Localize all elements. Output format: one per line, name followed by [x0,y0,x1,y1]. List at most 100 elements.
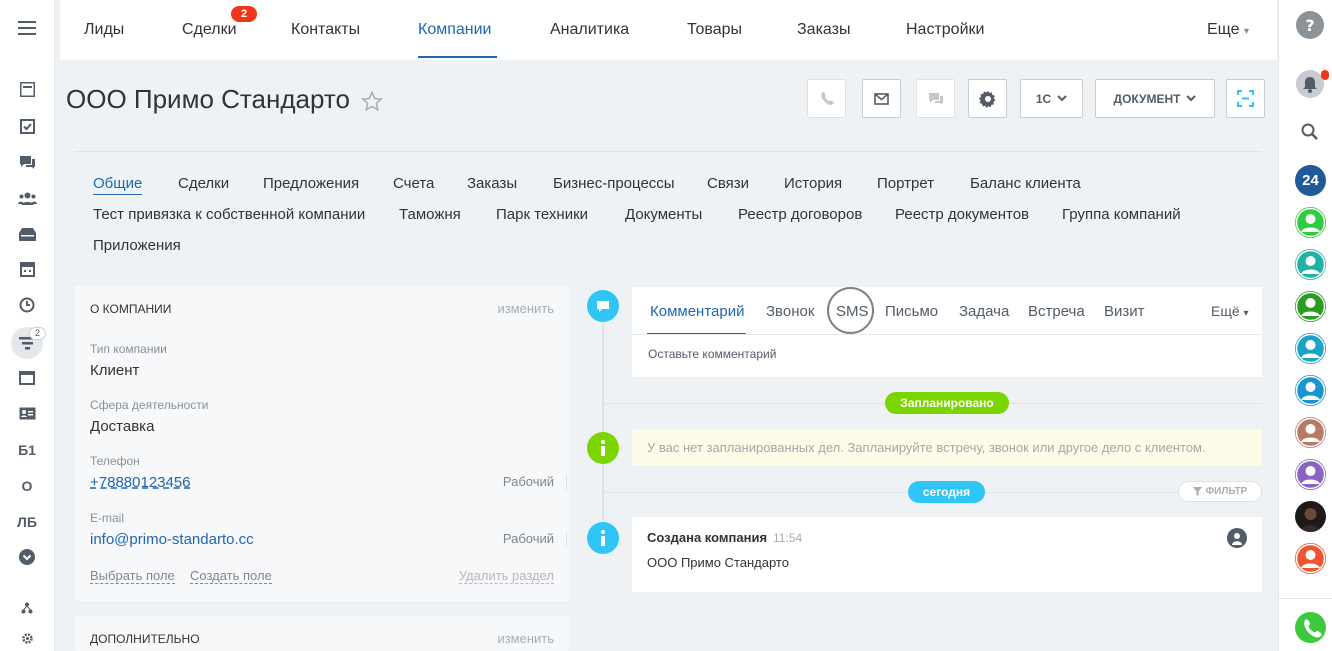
filter-icon [1192,487,1202,496]
create-field-link[interactable]: Создать поле [190,568,272,584]
nav-contacts[interactable]: Контакты [291,21,360,39]
left-sidebar: 2 Б1 О ЛБ [0,0,55,651]
additional-edit-link[interactable]: изменить [497,631,554,646]
user-icon [1232,532,1242,545]
phone-call-icon[interactable] [1295,612,1326,643]
tab-relations[interactable]: Связи [707,175,749,192]
nav-more[interactable]: Еще ▾ [1207,21,1249,39]
chevron-down-icon [1186,95,1197,102]
select-field-link[interactable]: Выбрать поле [90,568,175,584]
tab-document-registry[interactable]: Реестр документов [895,206,1029,223]
tab-deals[interactable]: Сделки [178,175,229,192]
feed-icon[interactable] [13,75,41,103]
about-company-panel: О компании изменить Тип компании Клиент … [75,286,569,601]
user-avatar-1[interactable] [1295,207,1326,238]
nav-leads[interactable]: Лиды [84,21,124,39]
tab-documents[interactable]: Документы [625,206,702,223]
scan-button[interactable] [1226,79,1265,118]
delete-section-link[interactable]: Удалить раздел [458,568,554,584]
user-avatar-5[interactable] [1295,375,1326,406]
email-button[interactable] [862,79,901,118]
today-divider [604,492,1178,493]
composer-tab-meeting[interactable]: Встреча [1028,303,1085,320]
bitrix24-avatar[interactable]: 24 [1295,165,1326,196]
sidebar-item-o[interactable]: О [13,472,41,500]
star-icon[interactable] [361,90,384,112]
mail-icon [874,92,889,105]
sidebar-item-lb[interactable]: ЛБ [13,508,41,536]
settings-button[interactable] [968,79,1007,118]
tab-history[interactable]: История [784,175,842,192]
structure-icon[interactable] [13,594,41,622]
filter-button[interactable]: ФИЛЬТР [1178,481,1262,502]
about-title: О компании [90,302,172,316]
contacts-icon[interactable] [13,184,41,212]
tab-customs[interactable]: Таможня [399,206,461,223]
tab-contract-registry[interactable]: Реестр договоров [738,206,862,223]
chat-button[interactable] [916,79,955,118]
nav-orders[interactable]: Заказы [797,21,850,39]
menu-icon[interactable] [13,14,41,42]
user-avatar-8[interactable] [1295,543,1326,574]
event-author-avatar[interactable] [1227,528,1247,548]
clock-icon[interactable] [13,291,41,319]
user-avatar-2[interactable] [1295,249,1326,280]
more-down-icon[interactable] [13,543,41,571]
chat-icon[interactable] [13,148,41,176]
help-icon[interactable]: ? [1296,11,1324,39]
tab-general[interactable]: Общие [93,175,142,192]
1c-label: 1С [1035,91,1052,106]
composer-tab-visit[interactable]: Визит [1104,303,1145,320]
1c-dropdown-button[interactable]: 1С [1020,79,1083,118]
user-avatar-7[interactable] [1295,459,1326,490]
about-edit-link[interactable]: изменить [497,301,554,316]
filter-label: ФИЛЬТР [1205,486,1248,497]
field-value-industry: Доставка [90,418,155,435]
tab-test-binding[interactable]: Тест привязка к собственной компании [93,206,365,223]
top-navigation: Лиды Сделки 2 Контакты Компании Аналитик… [60,0,1277,60]
tasks-icon[interactable] [13,112,41,140]
composer-tab-task[interactable]: Задача [959,303,1009,320]
nav-deals[interactable]: Сделки [182,21,237,39]
tab-equipment[interactable]: Парк техники [496,206,588,223]
call-button[interactable] [807,79,846,118]
nav-companies[interactable]: Компании [418,21,492,39]
phone-link[interactable]: +78880123456 [90,474,191,491]
nav-products[interactable]: Товары [687,21,742,39]
user-avatar-6[interactable] [1295,417,1326,448]
calendar-icon[interactable] [13,255,41,283]
sidebar-item-b1[interactable]: Б1 [13,436,41,464]
user-avatar-4[interactable] [1295,333,1326,364]
composer-tab-email[interactable]: Письмо [885,303,938,320]
settings-gear-icon[interactable] [13,624,41,651]
composer-tab-call[interactable]: Звонок [766,303,814,320]
nav-analytics[interactable]: Аналитика [550,21,629,39]
company-card-icon[interactable] [13,399,41,427]
composer-more[interactable]: Ещё ▾ [1211,303,1249,319]
tab-orders[interactable]: Заказы [467,175,517,192]
notifications-bell-icon[interactable] [1296,70,1324,98]
gear-icon [978,90,995,108]
search-icon[interactable] [1298,120,1322,144]
user-avatar-3[interactable] [1295,291,1326,322]
composer-tab-comment[interactable]: Комментарий [650,303,744,320]
comment-input[interactable]: Оставьте комментарий [648,347,776,361]
tab-business-processes[interactable]: Бизнес-процессы [553,175,675,192]
tab-client-balance[interactable]: Баланс клиента [970,175,1081,192]
header-divider [74,151,1262,152]
drive-icon[interactable] [13,220,41,248]
nav-settings[interactable]: Настройки [906,21,984,39]
tab-invoices[interactable]: Счета [393,175,434,192]
user-avatar-photo[interactable] [1295,501,1326,532]
composer-more-label: Ещё [1211,303,1240,319]
tab-applications[interactable]: Приложения [93,237,181,254]
document-dropdown-button[interactable]: ДОКУМЕНТ [1095,79,1215,118]
nav-more-label: Еще [1207,21,1240,38]
tab-quotes[interactable]: Предложения [263,175,359,192]
sites-icon[interactable] [13,364,41,392]
email-link[interactable]: info@primo-standarto.cc [90,531,254,548]
tab-portrait[interactable]: Портрет [877,175,934,192]
tab-company-group[interactable]: Группа компаний [1062,206,1181,223]
chat-bubbles-icon [928,92,943,105]
phone-type-separator [566,474,567,490]
